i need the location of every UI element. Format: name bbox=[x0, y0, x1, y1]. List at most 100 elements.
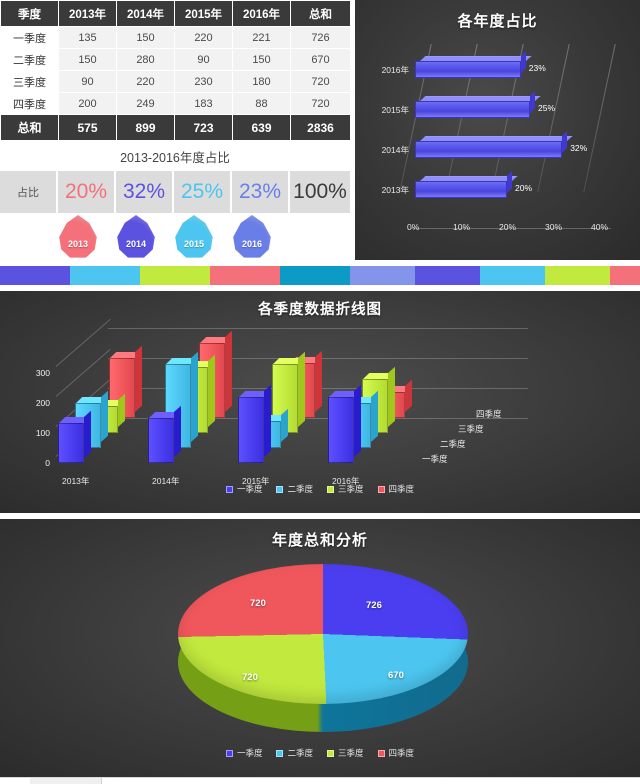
table-cell-total: 720 bbox=[290, 70, 351, 93]
droplet-shape bbox=[59, 215, 97, 258]
column-side-face bbox=[135, 345, 142, 412]
legend-swatch bbox=[225, 485, 233, 493]
legend-label: 四季度 bbox=[388, 748, 415, 758]
yearly-share-chart-panel: 各年度占比 2016年 23% 2015年 25% 2014年 32% 2013年 20% 0… bbox=[355, 0, 640, 260]
row-label: 二季度 bbox=[0, 48, 59, 71]
table-cell: 150 bbox=[58, 48, 117, 71]
table-row: 二季度 150 280 90 150 670 bbox=[0, 48, 351, 71]
droplet-year-label: 2016 bbox=[241, 239, 263, 249]
column-front-face bbox=[58, 422, 84, 463]
legend-swatch bbox=[327, 485, 334, 493]
y-tick-label: 300 bbox=[35, 368, 50, 378]
column-side-face bbox=[281, 408, 288, 442]
pie-chart-legend-item-一季度[interactable]: 一季度 bbox=[225, 747, 263, 759]
pie-data-label-q2: 670 bbox=[388, 670, 404, 681]
pie-surface bbox=[178, 564, 468, 704]
category-label-2016年: 2016年 bbox=[381, 65, 409, 75]
bar-front-face bbox=[415, 101, 530, 118]
droplet-shape bbox=[117, 215, 155, 258]
infographic-page: 季度 2013年 2014年 2015年 2016年 总和 一季度 135 15… bbox=[0, 0, 640, 784]
total-cell: 723 bbox=[174, 114, 233, 141]
column-side-face bbox=[298, 351, 305, 427]
bar-value-label-2014年: 32% bbox=[570, 143, 588, 153]
table-cell-total: 726 bbox=[290, 26, 351, 49]
column-front-face bbox=[238, 397, 264, 463]
y-tick-label: 0 bbox=[45, 458, 50, 468]
table-cell-total: 720 bbox=[290, 92, 351, 115]
table-row: 三季度 90 220 230 180 720 bbox=[0, 70, 351, 93]
column-一季度-2016年 bbox=[328, 384, 362, 463]
legend-label: 一季度 bbox=[236, 748, 263, 758]
quarterly-column-chart-panel: 各季度数据折线图 0 100 200 300 2013年 2014年 2015年 2016年一… bbox=[0, 291, 640, 513]
table-header-cell: 季度 bbox=[0, 0, 59, 27]
stripe-segment bbox=[350, 266, 415, 285]
table-cell: 183 bbox=[174, 92, 233, 115]
gridline bbox=[583, 44, 616, 192]
total-cell: 899 bbox=[116, 114, 175, 141]
table-header-cell: 2014年 bbox=[116, 0, 175, 27]
table-cell: 221 bbox=[232, 26, 291, 49]
stripe-segment bbox=[70, 266, 140, 285]
table-header-row: 季度 2013年 2014年 2015年 2016年 总和 bbox=[0, 0, 351, 27]
quarterly-plot-area: 0 100 200 300 2013年 2014年 2015年 2016年 一季度 二季度 三季度四… bbox=[0, 318, 640, 486]
column-chart-legend-item-一季度[interactable]: 一季度 bbox=[225, 483, 263, 495]
column-front-face bbox=[148, 418, 174, 463]
legend-swatch bbox=[377, 749, 385, 757]
column-chart-legend-item-二季度[interactable]: 二季度 bbox=[276, 483, 313, 495]
stripe-segment bbox=[0, 266, 70, 285]
y-tick-label: 100 bbox=[35, 428, 50, 438]
column-side-face bbox=[118, 393, 125, 427]
legend-label: 一季度 bbox=[236, 484, 263, 494]
droplet-shape bbox=[233, 215, 271, 258]
ratio-value-2016: 23% bbox=[232, 171, 290, 213]
column-side-face bbox=[174, 405, 181, 457]
y-tick-label: 200 bbox=[35, 398, 50, 408]
pie-chart-legend-item-二季度[interactable]: 二季度 bbox=[276, 747, 313, 759]
column-chart-legend-item-四季度[interactable]: 四季度 bbox=[377, 483, 415, 495]
pie-chart-legend-item-四季度[interactable]: 四季度 bbox=[377, 747, 415, 759]
ratio-row-label: 占比 bbox=[0, 171, 58, 213]
table-cell: 220 bbox=[174, 26, 233, 49]
legend-swatch bbox=[276, 485, 284, 493]
pie-data-label-q4: 720 bbox=[250, 598, 266, 609]
table-cell-total: 670 bbox=[290, 48, 351, 71]
bar-2014年 bbox=[415, 131, 573, 158]
chart-title-yearly-share: 各年度占比 bbox=[457, 13, 538, 30]
legend-swatch bbox=[276, 749, 284, 757]
row-label: 一季度 bbox=[0, 26, 59, 49]
column-一季度-2015年 bbox=[238, 384, 272, 463]
column-chart-legend-item-三季度[interactable]: 三季度 bbox=[327, 483, 364, 495]
column-side-face bbox=[405, 379, 412, 412]
column-front-face bbox=[328, 396, 354, 463]
column-side-face bbox=[264, 384, 271, 457]
bar-value-label-2013年: 20% bbox=[515, 183, 533, 193]
table-cell: 150 bbox=[116, 26, 175, 49]
legend-swatch bbox=[327, 749, 334, 757]
table-cell: 249 bbox=[116, 92, 175, 115]
stripe-segment bbox=[140, 266, 210, 285]
table-row: 一季度 135 150 220 221 726 bbox=[0, 26, 351, 49]
table-header-cell: 总和 bbox=[290, 0, 351, 27]
table-cell: 150 bbox=[232, 48, 291, 71]
depth-series-label-二季度: 二季度 bbox=[440, 439, 466, 449]
legend-label: 四季度 bbox=[388, 484, 415, 494]
column-side-face bbox=[208, 354, 215, 427]
legend-swatch bbox=[377, 485, 385, 493]
droplet-marker-2013: 2013 bbox=[56, 215, 100, 261]
color-divider-stripe bbox=[0, 266, 640, 285]
droplet-marker-2014: 2014 bbox=[114, 215, 158, 261]
stripe-segment bbox=[280, 266, 350, 285]
x-tick-label: 20% bbox=[499, 222, 517, 232]
bar-side-face bbox=[520, 51, 526, 73]
table-row: 四季度 200 249 183 88 720 bbox=[0, 92, 351, 115]
x-tick-label: 40% bbox=[591, 222, 609, 232]
legend-label: 三季度 bbox=[338, 748, 364, 758]
pie-data-label-q1: 726 bbox=[366, 600, 382, 611]
column-side-face bbox=[388, 366, 395, 427]
pie-chart-legend-item-三季度[interactable]: 三季度 bbox=[327, 747, 364, 759]
table-header-cell: 2013年 bbox=[58, 0, 117, 27]
depth-series-label-四季度: 四季度 bbox=[476, 409, 502, 419]
depth-gridline bbox=[55, 348, 111, 397]
depth-series-label-一季度: 一季度 bbox=[422, 454, 448, 464]
depth-gridline bbox=[55, 318, 111, 367]
